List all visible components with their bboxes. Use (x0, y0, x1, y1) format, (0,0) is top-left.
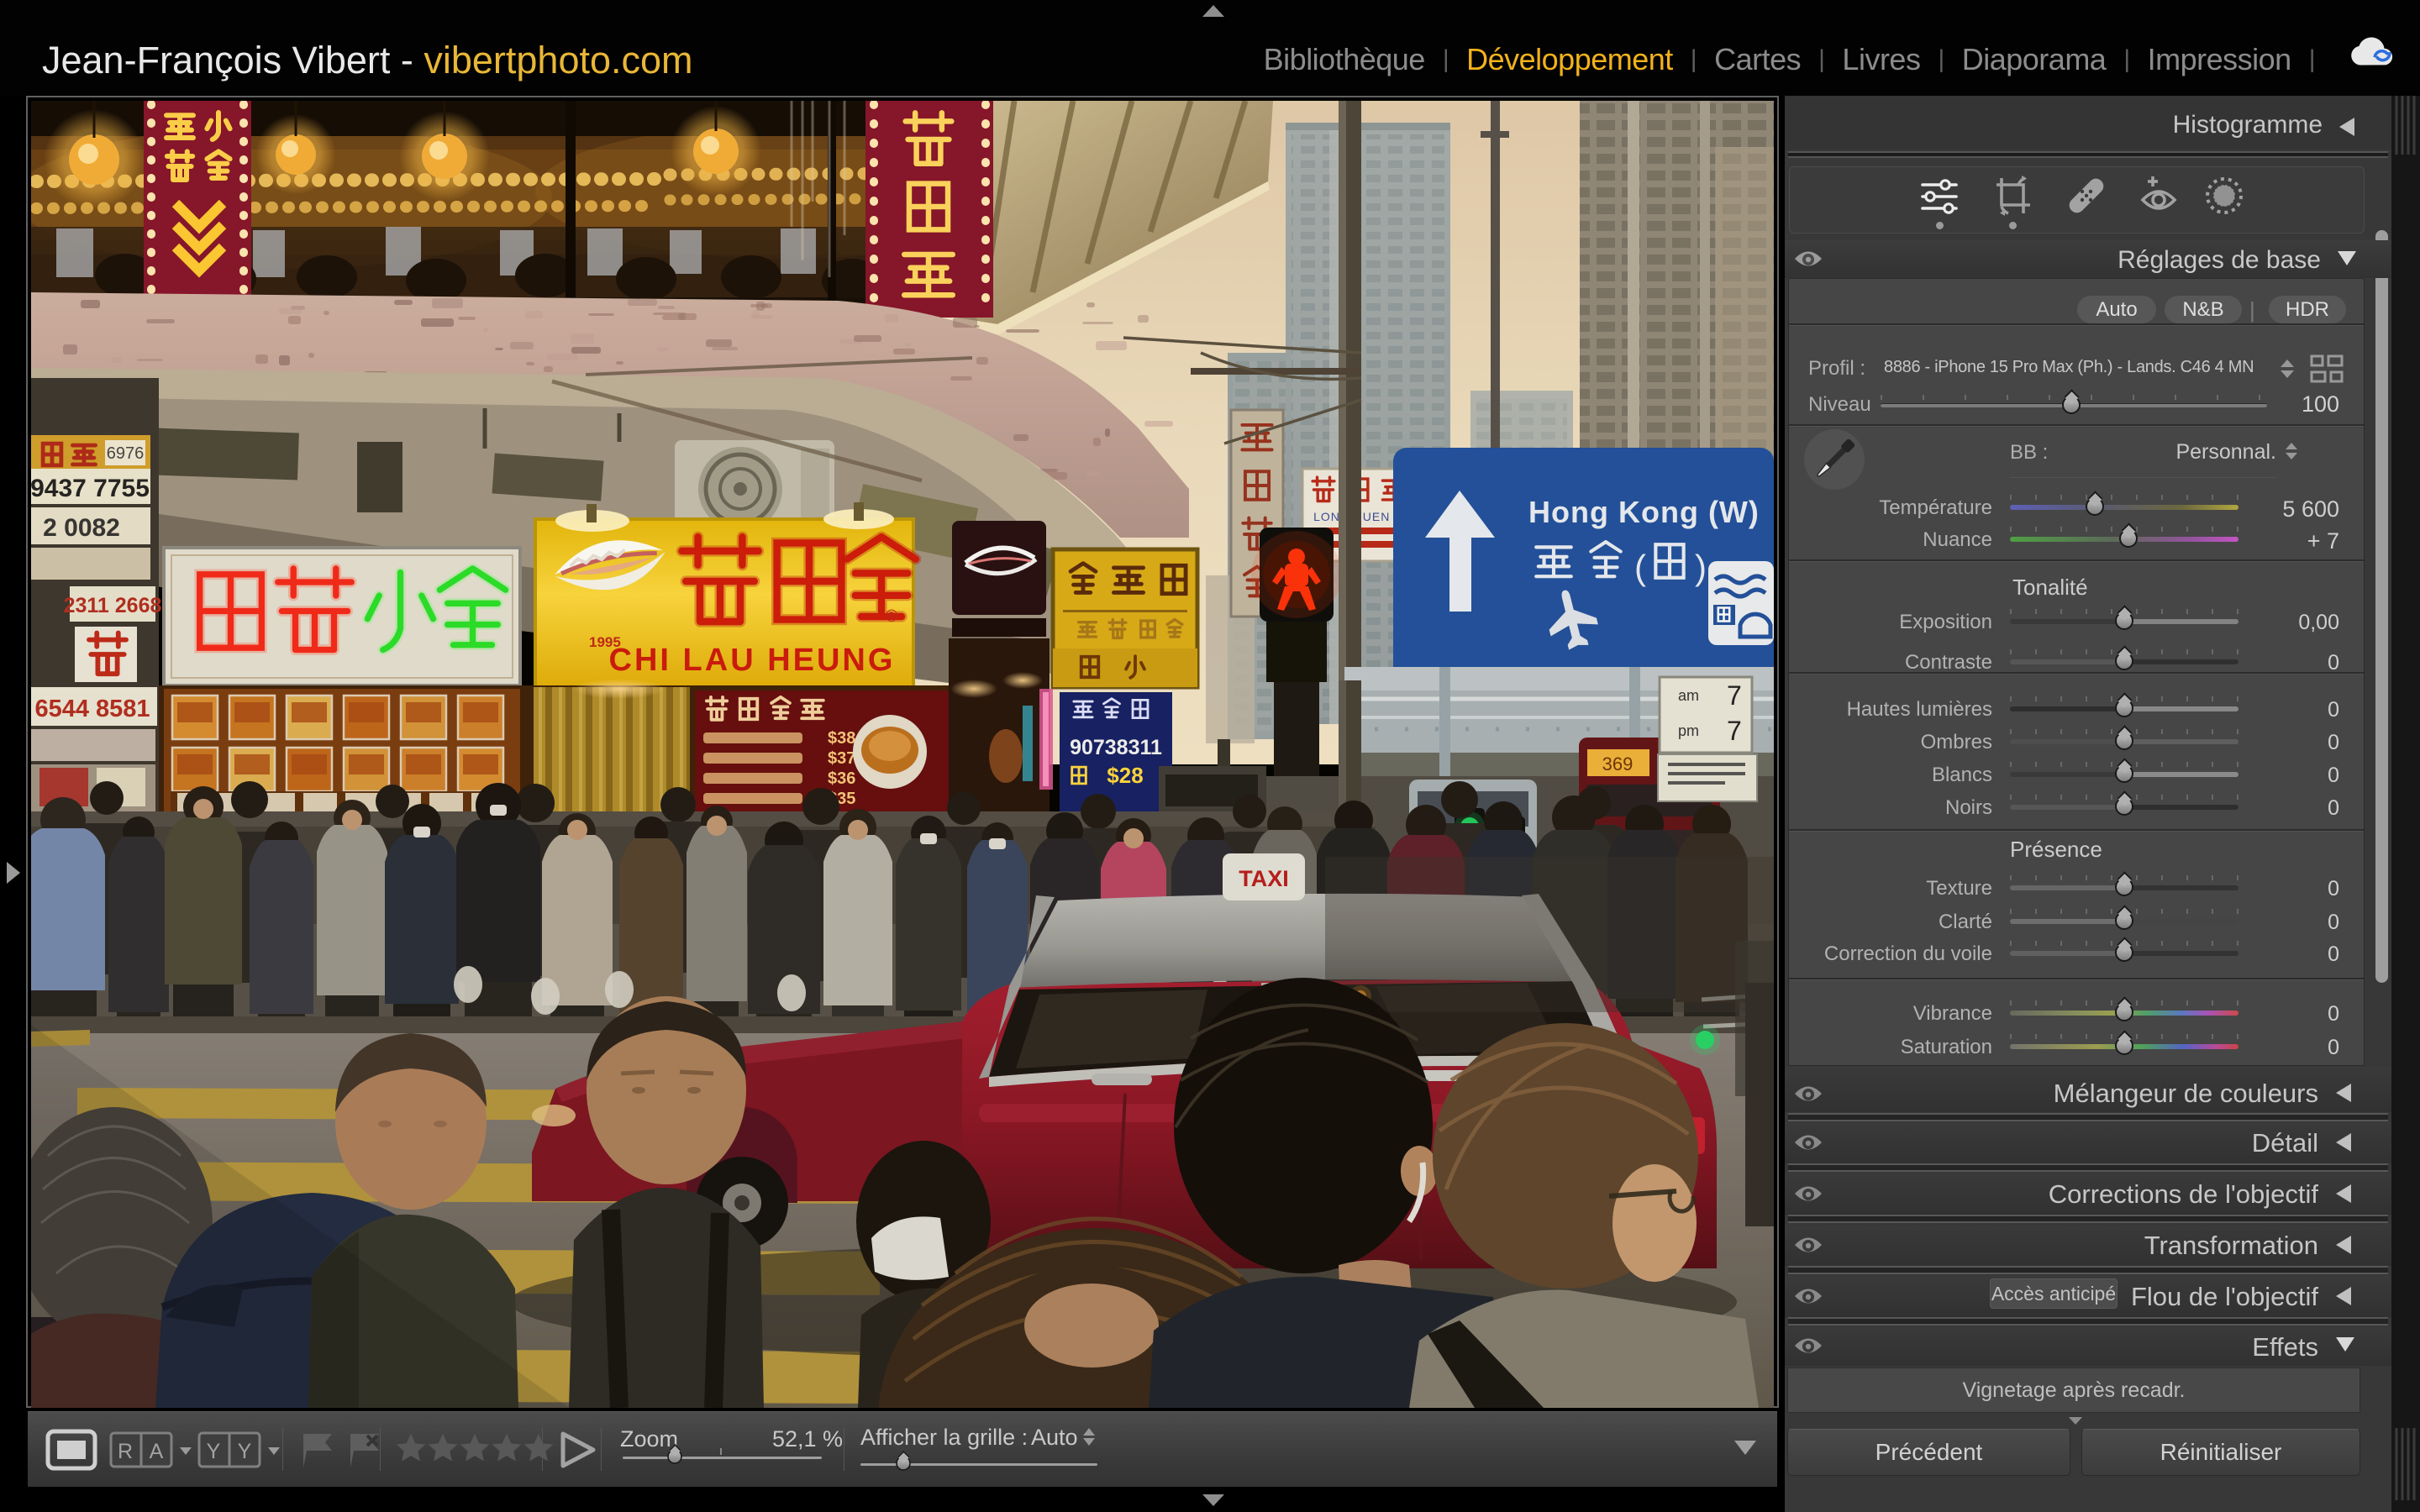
svg-text:Y: Y (238, 1440, 252, 1463)
svg-text:Y: Y (207, 1440, 221, 1463)
svg-text:A: A (150, 1440, 164, 1463)
svg-text:R: R (118, 1440, 133, 1463)
